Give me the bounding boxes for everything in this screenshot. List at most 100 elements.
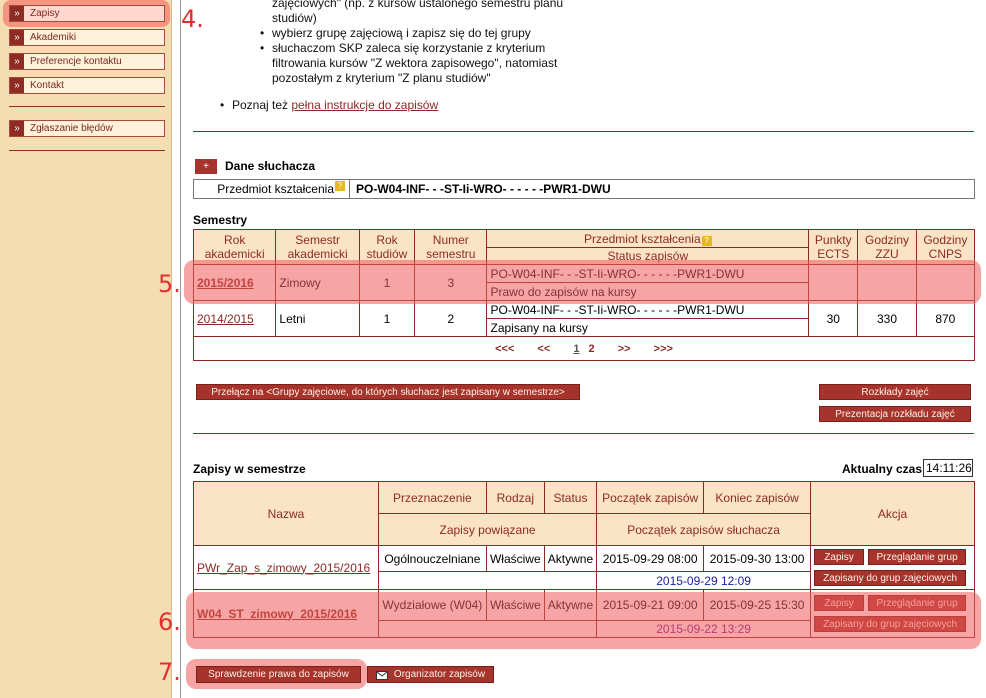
column-header: Semestr akademicki bbox=[275, 229, 360, 265]
pager-page-2[interactable]: 2 bbox=[589, 343, 595, 355]
table-cell: 2014/2015 bbox=[192, 300, 277, 337]
column-header: Rodzaj bbox=[485, 481, 545, 514]
chevron-right-icon: » bbox=[10, 6, 24, 21]
enrollment-link[interactable]: W04_ST_zimowy_2015/2016 bbox=[197, 607, 357, 621]
sidebar-divider bbox=[9, 106, 165, 107]
table-cell: 2 bbox=[414, 300, 488, 337]
sidebar-item-kontakt[interactable]: » Kontakt bbox=[9, 77, 165, 94]
table-cell: Wydziałowe (W04) bbox=[377, 589, 487, 621]
field-value: PO-W04-INF- - -ST-Ii-WRO- - - - - -PWR1-… bbox=[356, 182, 611, 196]
table-cell: Aktywne bbox=[543, 545, 598, 572]
pager: <<< << 1 2 >> >>> bbox=[193, 336, 975, 361]
table-cell: 330 bbox=[857, 300, 917, 337]
expand-toggle[interactable]: + bbox=[195, 159, 217, 174]
content-border bbox=[180, 0, 181, 698]
table-cell: 3 bbox=[414, 264, 488, 301]
sidebar-item-label: Kontakt bbox=[30, 80, 64, 91]
enrolled-groups-button[interactable]: Zapisany do grup zajęciowych bbox=[814, 570, 967, 586]
current-time-label: Aktualny czas bbox=[842, 462, 923, 476]
table-cell: 1 bbox=[358, 300, 416, 337]
current-time-field: 14:11:26 bbox=[923, 459, 973, 477]
pager-first[interactable]: <<< bbox=[495, 343, 514, 355]
sidebar-item-label: Preferencje kontaktu bbox=[30, 56, 122, 67]
table-cell: Aktywne bbox=[543, 589, 598, 621]
section-title-semestry: Semestry bbox=[193, 213, 248, 227]
sidebar-item-zglaszanie-bledow[interactable]: » Zgłaszanie błędów bbox=[9, 120, 165, 137]
table-cell bbox=[808, 264, 859, 301]
section-title-dane-sluchacza: Dane słuchacza bbox=[225, 159, 316, 173]
chevron-right-icon: » bbox=[10, 30, 24, 45]
table-cell: Ogólnouczelniane bbox=[377, 545, 487, 572]
column-header: Akcja bbox=[810, 481, 975, 546]
instruction-bullet: Poznaj też pełna instrukcje do zapisów bbox=[220, 98, 438, 113]
table-cell bbox=[915, 264, 976, 301]
divider bbox=[193, 131, 974, 132]
column-header: Przedmiot kształcenia? bbox=[486, 229, 810, 248]
column-header: Status zapisów bbox=[486, 247, 810, 265]
table-cell bbox=[857, 264, 917, 301]
table-cell: 2015-09-30 13:00 bbox=[703, 545, 812, 572]
check-enrollment-rights-button[interactable]: Sprawdzenie prawa do zapisów bbox=[196, 666, 361, 683]
semesters-table: Rok akademicki Semestr akademicki Rok st… bbox=[192, 229, 976, 361]
instruction-bullet: słuchaczom SKP zaleca się korzystanie z … bbox=[260, 41, 558, 86]
instruction-text: Poznaj też bbox=[232, 98, 292, 112]
help-icon[interactable]: ? bbox=[701, 235, 712, 246]
field-label-text: Przedmiot kształcenia bbox=[217, 182, 334, 196]
instruction-text: zajęciowych" (np. z kursów ustalonego se… bbox=[272, 0, 563, 26]
sidebar-item-akademiki[interactable]: » Akademiki bbox=[9, 29, 165, 46]
chevron-right-icon: » bbox=[10, 121, 24, 136]
enroll-button[interactable]: Zapisy bbox=[814, 595, 865, 611]
enroll-button[interactable]: Zapisy bbox=[814, 549, 865, 565]
table-row: W04_ST_zimowy_2015/2016 Wydziałowe (W04)… bbox=[193, 589, 975, 638]
instruction-line: zajęciowych" (np. z kursów ustalonego se… bbox=[272, 0, 564, 10]
column-header: Numer semestru bbox=[414, 229, 488, 265]
browse-groups-button[interactable]: Przeglądanie grup bbox=[868, 595, 967, 611]
table-cell: PWr_Zap_s_zimowy_2015/2016 bbox=[193, 545, 379, 590]
semester-link[interactable]: 2014/2015 bbox=[197, 312, 254, 326]
divider bbox=[193, 433, 974, 434]
column-header: Koniec zapisów bbox=[703, 481, 812, 514]
action-cell: Zapisy Przeglądanie grup Zapisany do gru… bbox=[810, 589, 975, 638]
enrollment-table: Nazwa Przeznaczenie Rodzaj Status Począt… bbox=[193, 481, 975, 638]
step-number-5: 5. bbox=[158, 270, 181, 298]
section-title-zapisy: Zapisy w semestrze bbox=[193, 462, 306, 476]
enrollment-link[interactable]: PWr_Zap_s_zimowy_2015/2016 bbox=[197, 561, 370, 575]
sidebar-item-zapisy[interactable]: » Zapisy bbox=[9, 5, 165, 22]
pager-prev[interactable]: << bbox=[537, 343, 550, 355]
step-number-4: 4. bbox=[181, 5, 204, 33]
help-icon[interactable]: ? bbox=[335, 181, 345, 191]
table-cell: 2015/2016 bbox=[192, 264, 277, 301]
semester-link[interactable]: 2015/2016 bbox=[197, 276, 254, 290]
table-cell: Właściwe bbox=[485, 545, 545, 572]
instruction-bullet: wybierz grupę zajęciową i zapisz się do … bbox=[260, 26, 531, 41]
pager-next[interactable]: >> bbox=[618, 343, 631, 355]
pager-last[interactable]: >>> bbox=[654, 343, 673, 355]
sidebar: » Zapisy » Akademiki » Preferencje konta… bbox=[0, 0, 172, 698]
column-header: Godziny ZZU bbox=[857, 229, 917, 265]
column-header: Początek zapisów bbox=[596, 481, 705, 514]
enrollment-organizer-button[interactable]: Organizator zapisów bbox=[367, 666, 494, 683]
instruction-link[interactable]: pełna instrukcje do zapisów bbox=[291, 98, 438, 112]
sidebar-divider bbox=[9, 150, 165, 151]
student-info-row: Przedmiot kształcenia ? PO-W04-INF- - -S… bbox=[193, 179, 975, 199]
switch-view-button[interactable]: Przełącz na <Grupy zajęciowe, do których… bbox=[196, 384, 580, 400]
schedules-button[interactable]: Rozkłady zajęć bbox=[819, 384, 971, 400]
enrolled-groups-button[interactable]: Zapisany do grup zajęciowych bbox=[814, 616, 967, 632]
table-cell: 2015-09-29 08:00 bbox=[596, 545, 705, 572]
pager-page-1[interactable]: 1 bbox=[573, 343, 579, 355]
instruction-line: filtrowania kursów "Z wektora zapisowego… bbox=[272, 56, 558, 70]
sidebar-item-preferencje[interactable]: » Preferencje kontaktu bbox=[9, 53, 165, 70]
chevron-right-icon: » bbox=[10, 78, 24, 93]
action-cell: Zapisy Przeglądanie grup Zapisany do gru… bbox=[810, 545, 975, 590]
column-header: Rok studiów bbox=[358, 229, 416, 265]
table-cell: 2015-09-21 09:00 bbox=[596, 589, 705, 621]
table-cell: 2015-09-29 12:09 bbox=[596, 571, 812, 590]
table-row: 2015/2016 Zimowy 1 3 PO-W04-INF- - -ST-I… bbox=[192, 264, 976, 301]
schedule-presentation-button[interactable]: Prezentacja rozkładu zajęć bbox=[819, 406, 971, 422]
instruction-line: studiów) bbox=[272, 11, 317, 25]
instruction-line: słuchaczom SKP zaleca się korzystanie z … bbox=[272, 41, 546, 55]
column-header: Nazwa bbox=[193, 481, 379, 546]
table-cell: Letni bbox=[275, 300, 360, 337]
browse-groups-button[interactable]: Przeglądanie grup bbox=[868, 549, 967, 565]
table-cell: PO-W04-INF- - -ST-Ii-WRO- - - - - -PWR1-… bbox=[486, 264, 810, 283]
